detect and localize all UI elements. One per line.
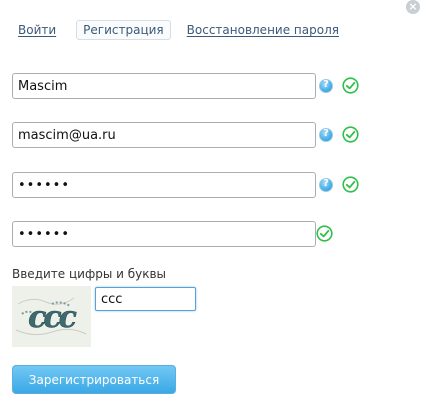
tab-password-recovery[interactable]: Восстановление пароля [187,23,339,37]
password-confirm-field[interactable] [12,221,316,247]
help-icon[interactable] [319,79,333,93]
valid-check-icon [316,225,333,242]
valid-check-icon [342,126,359,143]
captcha-label: Введите цифры и буквы [12,267,167,281]
captcha-text: ccc [28,300,77,335]
captcha-input[interactable] [95,287,196,311]
tab-register[interactable]: Регистрация [76,20,171,40]
auth-tabs: Войти Регистрация Восстановление пароля [12,20,339,40]
email-field[interactable] [12,122,316,148]
tab-login[interactable]: Войти [18,23,56,37]
valid-check-icon [342,77,359,94]
valid-check-icon [342,176,359,193]
help-icon[interactable] [319,178,333,192]
password-field[interactable] [12,172,316,198]
username-field[interactable] [12,73,316,99]
close-icon[interactable]: × [406,0,420,14]
captcha-image: ccc [12,286,91,347]
help-icon[interactable] [319,128,333,142]
register-button[interactable]: Зарегистрироваться [12,365,176,394]
